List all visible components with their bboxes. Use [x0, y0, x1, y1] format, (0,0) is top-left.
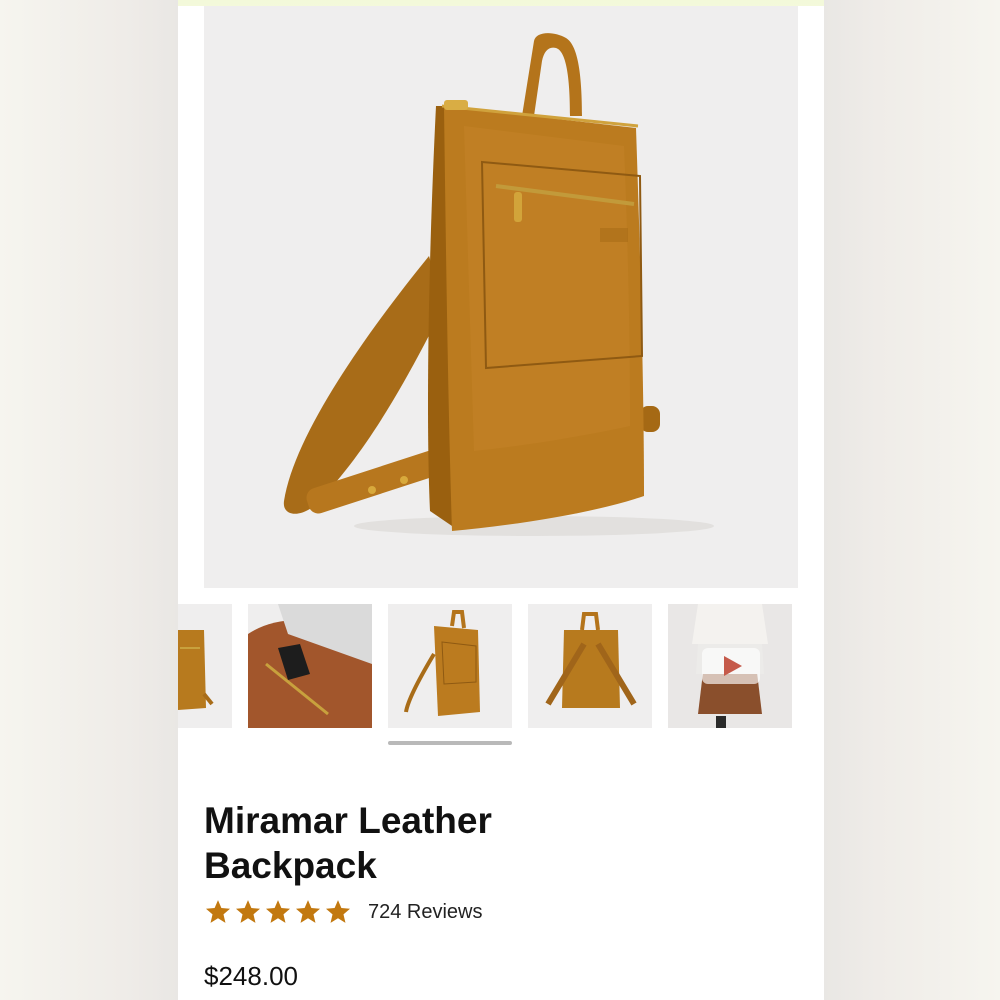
- star-icon: [205, 900, 231, 923]
- star-icon: [265, 900, 291, 923]
- backpack-side-thumb-image: [388, 604, 512, 728]
- product-price: $248.00: [204, 961, 298, 991]
- thumbnail-strip: [178, 604, 824, 734]
- backpack-back-thumb-image: [528, 604, 652, 728]
- thumbnail-video[interactable]: [668, 604, 792, 728]
- thumbnail-side[interactable]: [388, 604, 512, 728]
- page-backdrop-left: [0, 0, 178, 1000]
- thumbnail-front[interactable]: [178, 604, 232, 728]
- backpack-illustration: [204, 6, 798, 588]
- rating-row: 724 Reviews: [204, 896, 483, 928]
- product-title: Miramar Leather Backpack: [204, 800, 492, 886]
- star-icon: [325, 900, 351, 923]
- thumbnail-interior[interactable]: [248, 604, 372, 728]
- selected-thumbnail-indicator: [388, 741, 512, 745]
- backpack-front-thumb-image: [178, 604, 232, 728]
- star-rating[interactable]: [204, 898, 352, 926]
- page-backdrop-right: [824, 0, 1000, 1000]
- backpack-interior-thumb-image: [248, 604, 372, 728]
- thumbnail-back[interactable]: [528, 604, 652, 728]
- play-icon: [724, 656, 742, 676]
- main-product-image[interactable]: [204, 6, 798, 588]
- product-card: Miramar Leather Backpack 724 Reviews $24…: [178, 6, 824, 1000]
- star-icon: [295, 900, 321, 923]
- star-icon: [235, 900, 261, 923]
- reviews-link[interactable]: 724 Reviews: [368, 901, 483, 924]
- play-button[interactable]: [702, 648, 760, 684]
